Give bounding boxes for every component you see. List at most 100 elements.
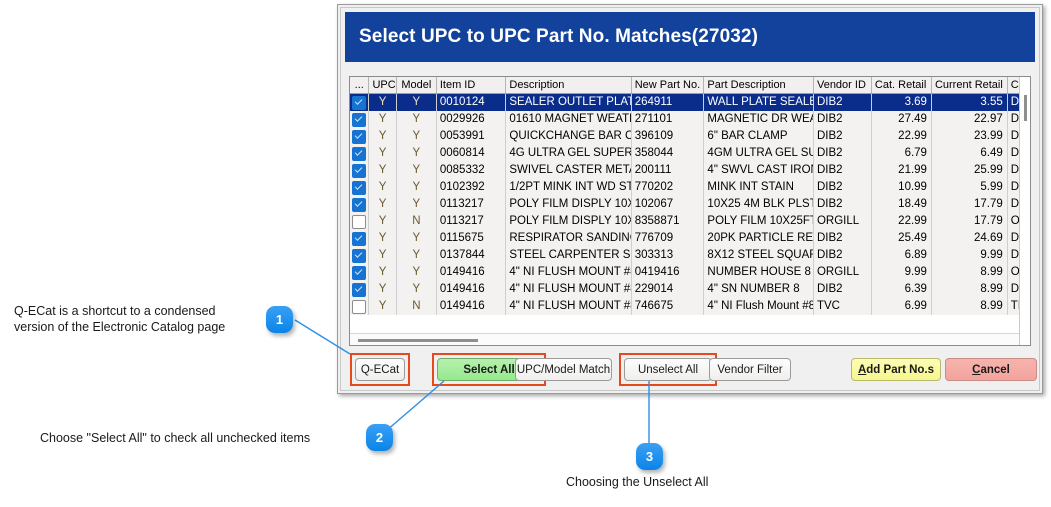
- table-row[interactable]: Y Y 0137844 STEEL CARPENTER SQ 303313 8X12 ST…: [350, 246, 1019, 264]
- unselect-all-button[interactable]: Unselect All: [624, 358, 712, 381]
- cell-cat_retail: 22.99: [871, 127, 932, 145]
- row-checkbox-cell[interactable]: [350, 144, 370, 162]
- table-row[interactable]: Y Y 0149416 4" NI FLUSH MOUNT #8 229014 4" SN…: [350, 280, 1019, 298]
- cell-vendor_id: DIB2: [813, 144, 872, 162]
- checkbox-checked-icon[interactable]: [352, 231, 367, 246]
- checkbox-checked-icon[interactable]: [352, 265, 367, 280]
- column-header-upc[interactable]: UPC: [368, 77, 397, 94]
- cell-new_part_no: 102067: [631, 195, 705, 213]
- row-checkbox-cell[interactable]: [350, 280, 370, 298]
- vendor-filter-button[interactable]: Vendor Filter: [709, 358, 791, 381]
- cell-part_description: MINK INT STAIN: [703, 178, 814, 196]
- cell-upc: Y: [368, 178, 397, 196]
- horizontal-scrollbar[interactable]: [350, 333, 1019, 345]
- checkbox-checked-icon[interactable]: [352, 248, 367, 263]
- upc-model-match-button[interactable]: UPC/Model Match: [515, 358, 612, 381]
- callout-marker-1[interactable]: 1: [266, 306, 293, 333]
- row-checkbox-cell[interactable]: [350, 263, 370, 281]
- table-row[interactable]: Y N 0149416 4" NI FLUSH MOUNT #8 746675 4" NI…: [350, 297, 1019, 315]
- cell-vendor_id: DIB2: [813, 280, 872, 298]
- row-checkbox-cell[interactable]: [350, 127, 370, 145]
- cancel-button[interactable]: Cancel: [945, 358, 1037, 381]
- cell-model: Y: [396, 93, 437, 111]
- checkbox-checked-icon[interactable]: [352, 112, 367, 127]
- cell-model: N: [396, 212, 437, 230]
- row-checkbox-cell[interactable]: [350, 229, 370, 247]
- column-header-description[interactable]: Description: [505, 77, 632, 94]
- cell-cat_retail: 6.99: [871, 297, 932, 315]
- checkbox-checked-icon[interactable]: [352, 163, 367, 178]
- cell-part_description: WALL PLATE SEALE: [703, 93, 814, 111]
- table-row[interactable]: Y Y 0010124 SEALER OUTLET PLATI 264911 WALL P…: [350, 93, 1019, 111]
- column-header-cat_retail[interactable]: Cat. Retail: [871, 77, 932, 94]
- column-header-item_id[interactable]: Item ID: [436, 77, 507, 94]
- table-row[interactable]: Y Y 0085332 SWIVEL CASTER META 200111 4" SWVL…: [350, 161, 1019, 179]
- column-header-check[interactable]: ...: [350, 77, 370, 94]
- row-checkbox-cell[interactable]: [350, 212, 370, 230]
- cell-part_description: 4" SN NUMBER 8: [703, 280, 814, 298]
- checkbox-unchecked-icon[interactable]: [352, 299, 367, 314]
- table-row[interactable]: Y Y 0029926 01610 MAGNET WEATH 271101 MAGNETI…: [350, 110, 1019, 128]
- table-row[interactable]: Y Y 0113217 POLY FILM DISPLY 10X 102067 10X25…: [350, 195, 1019, 213]
- column-header-current_retail[interactable]: Current Retail: [931, 77, 1008, 94]
- annotation-text-1-line-1: Q-ECat is a shortcut to a condensed: [14, 304, 216, 318]
- row-checkbox-cell[interactable]: [350, 178, 370, 196]
- annotation-text-2-line-1: Choose "Select All" to check all uncheck…: [40, 431, 311, 445]
- dialog-title: Select UPC to UPC Part No. Matches(27032…: [359, 26, 758, 47]
- cell-current_retail: 22.97: [931, 110, 1008, 128]
- cell-part_description: 20PK PARTICLE RES: [703, 229, 814, 247]
- cell-new_part_no: 396109: [631, 127, 705, 145]
- row-checkbox-cell[interactable]: [350, 161, 370, 179]
- cell-item_id: 0053991: [436, 127, 507, 145]
- row-checkbox-cell[interactable]: [350, 246, 370, 264]
- add-part-nos-button[interactable]: Add Part No.s: [851, 358, 941, 381]
- column-header-company[interactable]: Compa: [1007, 77, 1019, 94]
- cell-new_part_no: 303313: [631, 246, 705, 264]
- cell-upc: Y: [368, 161, 397, 179]
- annotation-text-1: Q-ECat is a shortcut to a condensed vers…: [14, 303, 264, 335]
- checkbox-checked-icon[interactable]: [352, 180, 367, 195]
- checkbox-checked-icon[interactable]: [352, 197, 367, 212]
- table-row[interactable]: Y Y 0115675 RESPIRATOR SANDING 776709 20PK PA…: [350, 229, 1019, 247]
- vertical-scrollbar[interactable]: [1019, 77, 1030, 345]
- cell-model: Y: [396, 263, 437, 281]
- column-header-new_part_no[interactable]: New Part No.: [631, 77, 705, 94]
- row-checkbox-cell[interactable]: [350, 297, 370, 315]
- checkbox-checked-icon[interactable]: [352, 95, 367, 110]
- cell-cat_retail: 22.99: [871, 212, 932, 230]
- horizontal-scroll-thumb[interactable]: [358, 339, 478, 342]
- table-row[interactable]: Y N 0113217 POLY FILM DISPLY 10X 8358871 POLY…: [350, 212, 1019, 230]
- q-ecat-button[interactable]: Q-ECat: [355, 358, 405, 381]
- checkbox-unchecked-icon[interactable]: [352, 214, 367, 229]
- row-checkbox-cell[interactable]: [350, 93, 370, 111]
- cell-model: Y: [396, 178, 437, 196]
- cell-upc: Y: [368, 246, 397, 264]
- cell-model: Y: [396, 246, 437, 264]
- row-checkbox-cell[interactable]: [350, 195, 370, 213]
- row-checkbox-cell[interactable]: [350, 110, 370, 128]
- vertical-scroll-thumb[interactable]: [1024, 95, 1027, 121]
- column-header-part_description[interactable]: Part Description: [703, 77, 814, 94]
- cell-company: ORGIL: [1007, 263, 1019, 281]
- column-header-vendor_id[interactable]: Vendor ID: [813, 77, 872, 94]
- table-row[interactable]: Y Y 0060814 4G ULTRA GEL SUPER 358044 4GM ULT…: [350, 144, 1019, 162]
- checkbox-checked-icon[interactable]: [352, 129, 367, 144]
- table-row[interactable]: Y Y 0053991 QUICKCHANGE BAR CL 396109 6" BAR …: [350, 127, 1019, 145]
- callout-marker-2[interactable]: 2: [366, 424, 393, 451]
- callout-marker-3[interactable]: 3: [636, 443, 663, 470]
- cell-description: SWIVEL CASTER META: [505, 161, 632, 179]
- cell-company: Do it B: [1007, 280, 1019, 298]
- cell-model: Y: [396, 127, 437, 145]
- screenshot-root: Select UPC to UPC Part No. Matches(27032…: [0, 0, 1051, 507]
- checkbox-checked-icon[interactable]: [352, 146, 367, 161]
- column-header-model[interactable]: Model: [396, 77, 437, 94]
- table-row[interactable]: Y Y 0102392 1/2PT MINK INT WD STA 770202 MINK…: [350, 178, 1019, 196]
- cell-new_part_no: 200111: [631, 161, 705, 179]
- matches-grid[interactable]: ... UPC Model Item ID Description New Part No…: [349, 76, 1031, 346]
- grid-viewport: ... UPC Model Item ID Description New Part No…: [350, 77, 1019, 345]
- checkbox-checked-icon[interactable]: [352, 282, 367, 297]
- cell-part_description: 10X25 4M BLK PLST: [703, 195, 814, 213]
- table-row[interactable]: Y Y 0149416 4" NI FLUSH MOUNT #8 0419416 NUMB…: [350, 263, 1019, 281]
- cell-vendor_id: ORGILL: [813, 212, 872, 230]
- annotation-text-3-line-1: Choosing the Unselect All: [566, 475, 709, 489]
